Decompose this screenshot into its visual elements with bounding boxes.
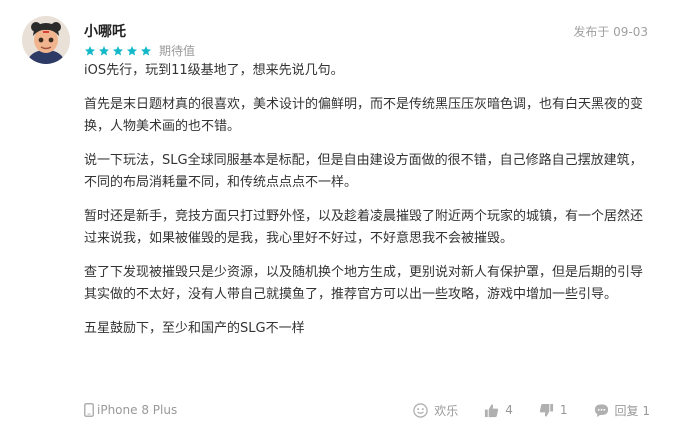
review-paragraph: 暂时还是新手，竞技方面只打过野外怪，以及趁着凌晨摧毁了附近两个玩家的城镇，有一个… bbox=[84, 209, 644, 246]
review-paragraph: 说一下玩法，SLG全球同服基本是标配，但是自由建设方面做的很不错，自己修路自己摆… bbox=[84, 153, 643, 190]
post-time: 发布于 09-03 bbox=[573, 25, 648, 39]
happy-label: 欢乐 bbox=[434, 403, 459, 418]
dislike-count: 1 bbox=[559, 403, 568, 417]
thumbs-up-icon bbox=[485, 403, 499, 417]
avatar[interactable] bbox=[22, 16, 70, 64]
review-paragraph: iOS先行，玩到11级基地了，想来先说几句。 bbox=[84, 63, 344, 78]
reply-label: 回复 1 bbox=[614, 403, 650, 418]
star-icon bbox=[141, 45, 151, 55]
review-paragraph: 五星鼓励下，至少和国产的SLG不一样 bbox=[84, 321, 305, 336]
rating-label: 期待值 bbox=[159, 44, 196, 58]
review-paragraph: 首先是末日题材真的很喜欢，美术设计的偏鲜明，而不是传统黑压压灰暗色调，也有白天黑… bbox=[84, 97, 644, 134]
device-info: iPhone 8 Plus bbox=[84, 403, 177, 417]
comment-icon bbox=[594, 403, 608, 417]
review-paragraph: 查了下发现被摧毁只是少资源，以及随机换个地方生成，更别说对新人有保护罩，但是后期… bbox=[84, 265, 644, 302]
review-content: iOS先行，玩到11级基地了，想来先说几句。 首先是末日题材真的很喜欢，美术设计… bbox=[84, 60, 650, 352]
reply-button[interactable]: 回复 1 bbox=[594, 402, 650, 419]
star-icon bbox=[85, 45, 95, 55]
star-icon bbox=[113, 45, 123, 55]
like-button[interactable]: 4 bbox=[484, 403, 513, 418]
like-count: 4 bbox=[505, 403, 513, 417]
dislike-button[interactable]: 1 bbox=[539, 403, 568, 418]
username[interactable]: 小哪吒 bbox=[84, 21, 126, 41]
thumbs-down-icon bbox=[539, 403, 553, 417]
happy-button[interactable]: 欢乐 bbox=[413, 402, 458, 419]
rating: 期待值 bbox=[84, 42, 195, 59]
star-icon bbox=[127, 45, 137, 55]
avatar-image bbox=[22, 16, 70, 64]
phone-icon bbox=[84, 403, 94, 417]
smile-icon bbox=[413, 402, 428, 418]
star-icon bbox=[99, 45, 109, 55]
device-name: iPhone 8 Plus bbox=[97, 403, 178, 417]
review-footer: iPhone 8 Plus 欢乐 4 1 回复 1 bbox=[84, 400, 650, 420]
